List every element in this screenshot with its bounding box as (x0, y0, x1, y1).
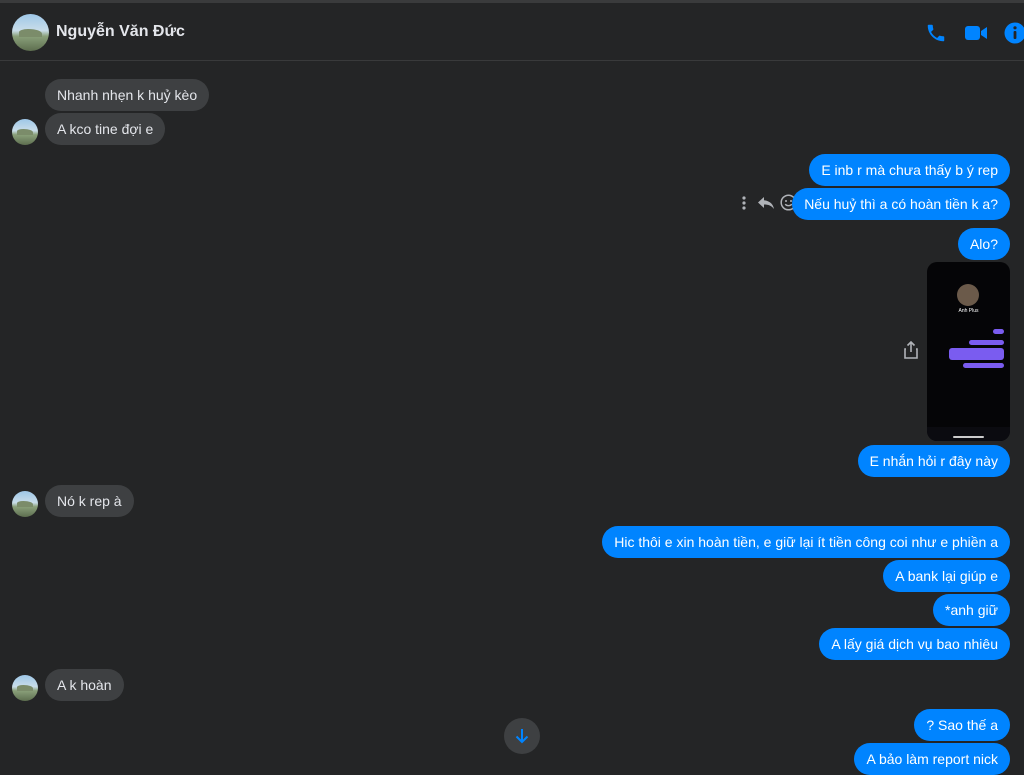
message-incoming[interactable]: A kco tine đợi e (45, 113, 166, 145)
contact-avatar[interactable] (12, 14, 49, 51)
screenshot-composer (927, 427, 1010, 441)
screenshot-avatar (957, 284, 979, 306)
screenshot-bubble (969, 340, 1004, 345)
message-outgoing[interactable]: E inb r mà chưa thấy b ý rep (809, 154, 1010, 186)
info-icon[interactable] (1004, 22, 1024, 44)
message-outgoing[interactable]: Alo? (957, 228, 1010, 260)
message-outgoing[interactable]: ? Sao thế a (914, 709, 1010, 741)
more-options-icon[interactable] (740, 195, 748, 211)
message-outgoing[interactable]: A bank lại giúp e (883, 560, 1010, 592)
sender-avatar[interactable] (12, 119, 38, 145)
message-incoming[interactable]: Nhanh nhẹn k huỷ kèo (45, 79, 210, 111)
contact-name[interactable]: Nguyễn Văn Đức (56, 23, 185, 41)
share-icon[interactable] (903, 341, 919, 359)
screenshot-bubble (993, 329, 1004, 334)
message-outgoing[interactable]: *anh giữ (933, 594, 1010, 626)
message-outgoing[interactable]: E nhắn hỏi r đây này (857, 445, 1010, 477)
arrow-down-icon (515, 729, 529, 744)
reply-icon[interactable] (757, 195, 775, 211)
message-incoming[interactable]: Nó k rep à (45, 485, 134, 517)
message-outgoing[interactable]: Nếu huỷ thì a có hoàn tiền k a? (792, 188, 1010, 220)
screenshot-bubble (949, 348, 1004, 360)
sender-avatar[interactable] (12, 491, 38, 517)
message-outgoing[interactable]: Hic thôi e xin hoàn tiền, e giữ lại ít t… (602, 526, 1010, 558)
chat-header: Nguyễn Văn Đức (0, 3, 1024, 61)
scroll-to-bottom-button[interactable] (504, 718, 540, 754)
sender-avatar[interactable] (12, 675, 38, 701)
message-outgoing[interactable]: A bảo làm report nick (854, 743, 1010, 775)
message-outgoing[interactable]: A lấy giá dịch vụ bao nhiêu (819, 628, 1010, 660)
video-camera-icon[interactable] (964, 22, 988, 44)
screenshot-contact-name: Anh Plus (958, 308, 979, 314)
screenshot-bubble (963, 363, 1004, 368)
message-incoming[interactable]: A k hoàn (45, 669, 124, 701)
phone-icon[interactable] (925, 22, 947, 44)
image-attachment[interactable]: Anh Plus (927, 262, 1010, 441)
